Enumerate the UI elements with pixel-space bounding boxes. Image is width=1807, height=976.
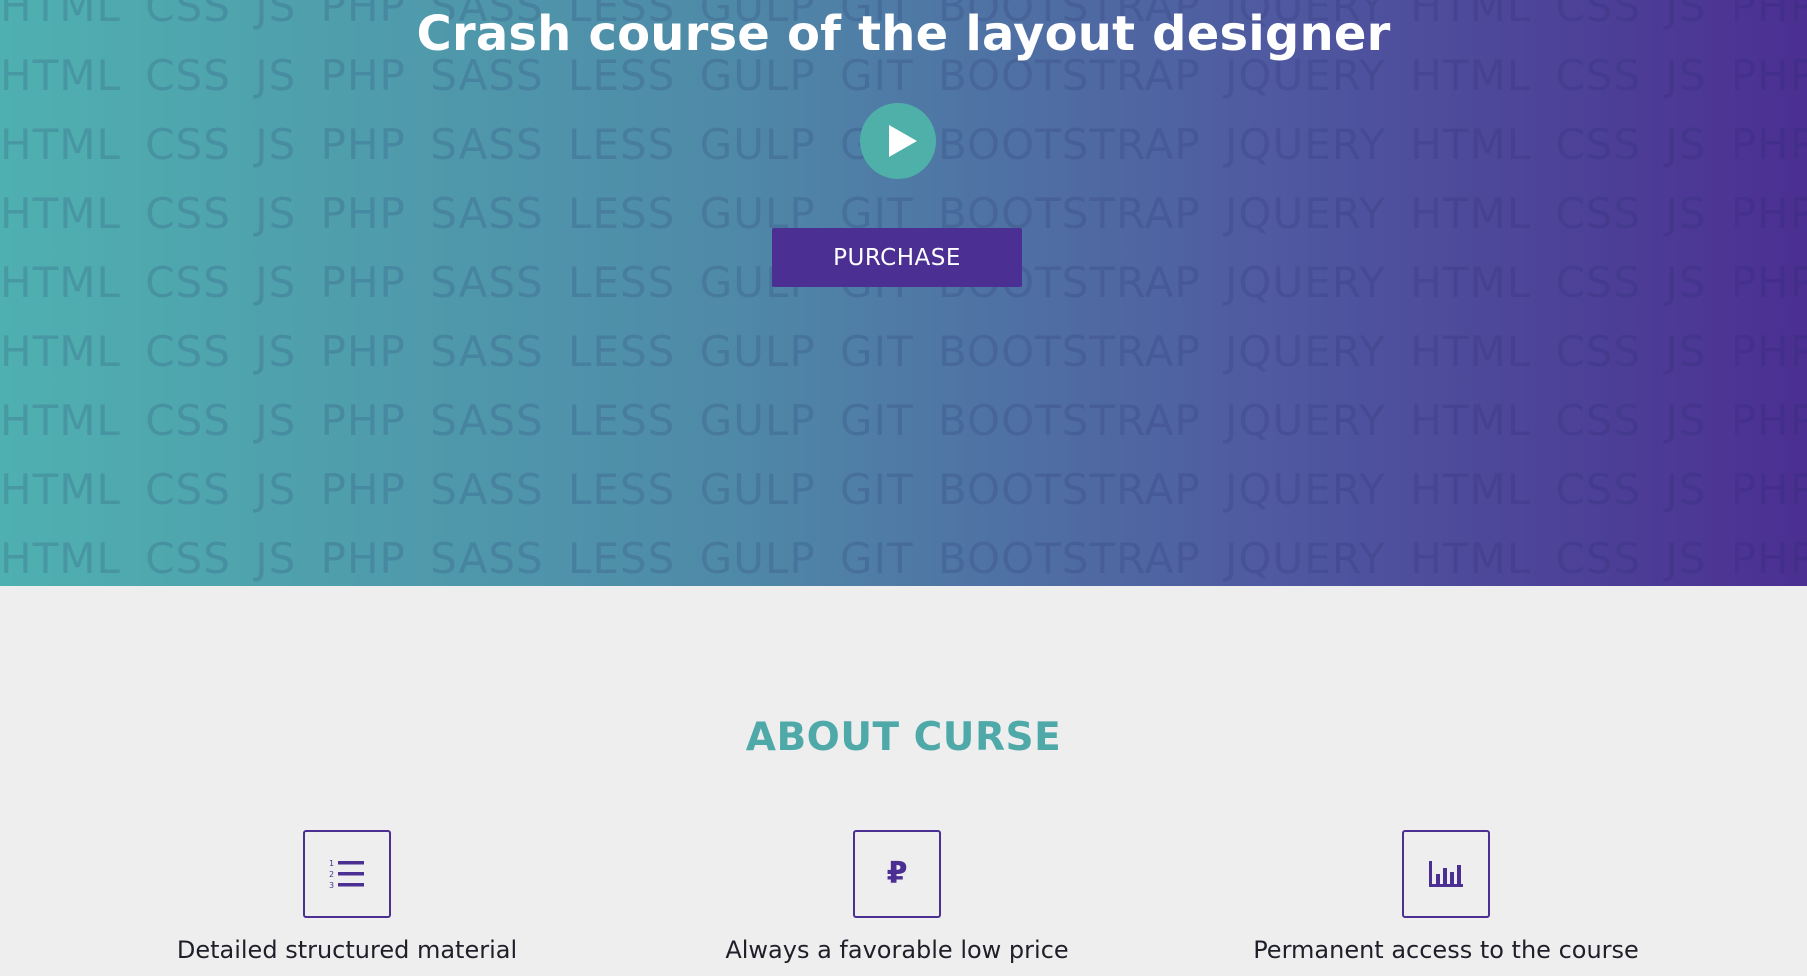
feature-permanent-access: Permanent access to the course xyxy=(1226,830,1666,964)
feature-label: Detailed structured material xyxy=(176,936,518,964)
ruble-icon: ₽ xyxy=(886,856,908,891)
background-word-row: HTML CSS JS PHP SASS LESS GULP GIT BOOTS… xyxy=(0,534,1807,583)
background-word-row: HTML CSS JS PHP SASS LESS GULP GIT BOOTS… xyxy=(0,396,1807,445)
purchase-button[interactable]: PURCHASE xyxy=(772,228,1022,287)
play-video-button[interactable] xyxy=(860,103,936,179)
background-word-pattern: HTML CSS JS PHP SASS LESS GULP GIT BOOTS… xyxy=(0,0,1807,586)
background-word-row: HTML CSS JS PHP SASS LESS GULP GIT BOOTS… xyxy=(0,465,1807,514)
numbered-list-icon: 1 2 3 xyxy=(329,859,364,890)
play-icon xyxy=(889,125,917,157)
feature-label: Always a favorable low price xyxy=(725,936,1069,964)
feature-label: Permanent access to the course xyxy=(1253,936,1639,964)
feature-icon-box xyxy=(1402,830,1490,918)
feature-structured-material: 1 2 3 Detailed structured material xyxy=(127,830,567,964)
svg-text:3: 3 xyxy=(329,881,334,890)
feature-icon-box: 1 2 3 xyxy=(303,830,391,918)
feature-low-price: ₽ Always a favorable low price xyxy=(677,830,1117,964)
bar-chart-icon xyxy=(1429,861,1463,887)
svg-text:2: 2 xyxy=(329,870,334,879)
background-word-row: HTML CSS JS PHP SASS LESS GULP GIT BOOTS… xyxy=(0,327,1807,376)
hero-section: HTML CSS JS PHP SASS LESS GULP GIT BOOTS… xyxy=(0,0,1807,586)
about-section-title: ABOUT CURSE xyxy=(745,715,1062,760)
feature-icon-box: ₽ xyxy=(853,830,941,918)
hero-title: Crash course of the layout designer xyxy=(416,6,1391,62)
svg-text:1: 1 xyxy=(329,859,334,868)
